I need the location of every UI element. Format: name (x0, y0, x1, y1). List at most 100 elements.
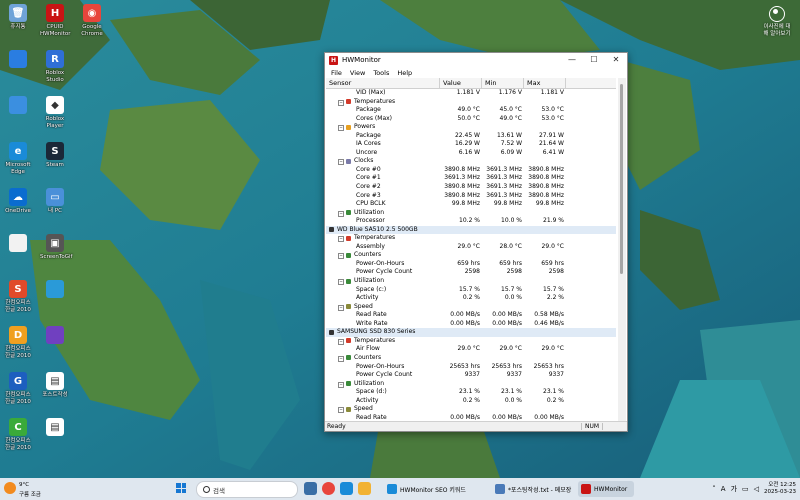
sensor-row[interactable]: Assembly 29.0 °C 28.0 °C 29.0 °C (326, 243, 616, 252)
desktop-icon[interactable]: ◉ Google Chrome (77, 4, 107, 37)
clock[interactable]: 오전 12:25 2025-03-23 (764, 482, 796, 496)
sensor-row[interactable]: Read Rate 0.00 MB/s 0.00 MB/s 0.58 MB/s (326, 311, 616, 320)
weather-widget[interactable]: 9°C 구름 조금 (4, 480, 48, 498)
expand-toggle-icon[interactable]: − (338, 381, 344, 388)
expand-toggle-icon[interactable]: − (338, 338, 344, 345)
sensor-row[interactable]: VID (Max) 1.181 V 1.176 V 1.181 V (326, 89, 616, 98)
sensor-row[interactable]: Air Flow 29.0 °C 29.0 °C 29.0 °C (326, 345, 616, 354)
menu-file[interactable]: File (327, 69, 346, 77)
menu-tools[interactable]: Tools (369, 69, 393, 77)
volume-icon[interactable]: ◁ (754, 485, 759, 493)
group-row[interactable]: − Utilization (326, 209, 616, 218)
column-sensor[interactable]: Sensor (326, 78, 440, 88)
file-explorer-icon[interactable] (358, 482, 371, 495)
network-icon[interactable]: ▭ (742, 485, 749, 493)
group-row[interactable]: − Counters (326, 354, 616, 363)
sensor-tree[interactable]: Sensor Value Min Max VID (Max) 1.181 V 1.1… (326, 78, 616, 422)
task-notepad[interactable]: *포스팅작성.txt - 메모장 (492, 481, 572, 497)
group-row[interactable]: − Counters (326, 251, 616, 260)
group-row[interactable]: − Temperatures (326, 98, 616, 107)
sensor-row[interactable]: Power-On-Hours 659 hrs 659 hrs 659 hrs (326, 260, 616, 269)
desktop-icon[interactable]: S Steam (40, 142, 70, 169)
sensor-row[interactable]: Activity 0.2 % 0.0 % 2.2 % (326, 294, 616, 303)
start-button[interactable] (176, 483, 186, 493)
group-row[interactable]: − Speed (326, 405, 616, 414)
sensor-row[interactable]: Activity 0.2 % 0.0 % 0.2 % (326, 397, 616, 406)
title-bar[interactable]: H HWMonitor — ☐ ✕ (325, 53, 627, 67)
task-view-icon[interactable] (304, 482, 317, 495)
group-row[interactable]: − Temperatures (326, 234, 616, 243)
desktop-icon[interactable]: D 한컴오피스 한글 2010 (3, 326, 33, 359)
taskbar-search[interactable]: 검색 (196, 481, 298, 498)
desktop-icon[interactable] (40, 280, 70, 300)
desktop-icon[interactable]: R Roblox Studio (40, 50, 70, 83)
sensor-row[interactable]: Package 49.0 °C 45.0 °C 53.0 °C (326, 106, 616, 115)
desktop-icon[interactable]: S 한컴오피스 한글 2010 (3, 280, 33, 313)
sensor-row[interactable]: Space (d:) 23.1 % 23.1 % 23.1 % (326, 388, 616, 397)
desktop-icon[interactable]: 🗑 휴지통 (3, 4, 33, 31)
desktop-icon[interactable] (3, 96, 33, 116)
expand-toggle-icon[interactable]: − (338, 407, 344, 414)
column-min[interactable]: Min (482, 78, 524, 88)
sensor-row[interactable]: Package 22.45 W 13.61 W 27.91 W (326, 132, 616, 141)
sensor-row[interactable]: Core #2 3890.8 MHz 3691.3 MHz 3890.8 MHz (326, 183, 616, 192)
close-button[interactable]: ✕ (605, 53, 627, 67)
desktop-icon[interactable]: ▣ ScreenToGif (40, 234, 72, 261)
sensor-row[interactable]: Power Cycle Count 2598 2598 2598 (326, 268, 616, 277)
desktop-icon[interactable]: G 한컴오피스 한글 2010 (3, 372, 33, 405)
maximize-button[interactable]: ☐ (583, 53, 605, 67)
menu-view[interactable]: View (346, 69, 369, 77)
desktop-icon[interactable]: H CPUID HWMonitor (40, 4, 70, 37)
sensor-row[interactable]: Uncore 6.16 W 6.09 W 6.41 W (326, 149, 616, 158)
group-row[interactable]: − Powers (326, 123, 616, 132)
sensor-row[interactable]: Processor 10.2 % 10.0 % 21.9 % (326, 217, 616, 226)
sensor-row[interactable]: CPU BCLK 99.8 MHz 99.8 MHz 99.8 MHz (326, 200, 616, 209)
sensor-row[interactable]: Cores (Max) 50.0 °C 49.0 °C 53.0 °C (326, 115, 616, 124)
desktop-icon[interactable]: ☁ OneDrive (3, 188, 33, 215)
group-row[interactable]: − Utilization (326, 380, 616, 389)
desktop-icon[interactable]: ▭ 내 PC (40, 188, 70, 215)
desktop-icon[interactable]: ▤ (40, 418, 70, 438)
menu-help[interactable]: Help (393, 69, 416, 77)
expand-toggle-icon[interactable]: − (338, 304, 344, 311)
desktop-icon[interactable]: e Microsoft Edge (3, 142, 33, 175)
task-edge-hwmonitor[interactable]: HWMonitor SEO 키워드 (384, 481, 476, 497)
column-max[interactable]: Max (524, 78, 566, 88)
sensor-row[interactable]: Core #1 3691.3 MHz 3691.3 MHz 3890.8 MHz (326, 174, 616, 183)
ime-indicator[interactable]: A (721, 485, 726, 493)
expand-toggle-icon[interactable]: − (338, 159, 344, 166)
tray-overflow-icon[interactable]: ˄ (712, 485, 716, 493)
desktop-icon[interactable]: C 한컴오피스 한글 2010 (3, 418, 33, 451)
expand-toggle-icon[interactable]: − (338, 253, 344, 260)
language-indicator[interactable]: 가 (731, 484, 737, 494)
task-hwmonitor[interactable]: HWMonitor (578, 481, 634, 497)
group-row[interactable]: − Temperatures (326, 337, 616, 346)
learn-about-picture-icon[interactable]: 이사진에 대해 알아보기 (762, 6, 792, 37)
sensor-row[interactable]: Power-On-Hours 25653 hrs 25653 hrs 25653 hr… (326, 363, 616, 372)
expand-toggle-icon[interactable]: − (338, 99, 344, 106)
device-row[interactable]: SAMSUNG SSD 830 Series (326, 328, 616, 337)
expand-toggle-icon[interactable]: − (338, 355, 344, 362)
desktop-icon[interactable] (3, 50, 33, 70)
desktop-icon[interactable]: ◆ Roblox Player (40, 96, 70, 129)
column-value[interactable]: Value (440, 78, 482, 88)
group-row[interactable]: − Clocks (326, 157, 616, 166)
sensor-row[interactable]: Core #0 3890.8 MHz 3691.3 MHz 3890.8 MHz (326, 166, 616, 175)
sensor-row[interactable]: IA Cores 16.29 W 7.52 W 21.64 W (326, 140, 616, 149)
expand-toggle-icon[interactable]: − (338, 236, 344, 243)
edge-taskbar-icon[interactable] (340, 482, 353, 495)
chrome-taskbar-icon[interactable] (322, 482, 335, 495)
expand-toggle-icon[interactable]: − (338, 210, 344, 217)
group-row[interactable]: − Speed (326, 303, 616, 312)
desktop-icon[interactable] (40, 326, 70, 346)
sensor-row[interactable]: Core #3 3890.8 MHz 3691.3 MHz 3890.8 MHz (326, 192, 616, 201)
desktop-icon[interactable] (3, 234, 33, 254)
minimize-button[interactable]: — (561, 53, 583, 67)
expand-toggle-icon[interactable]: − (338, 279, 344, 286)
vertical-scrollbar[interactable] (618, 78, 626, 422)
device-row[interactable]: WD Blue SA510 2.5 500GB (326, 225, 616, 235)
expand-toggle-icon[interactable]: − (338, 125, 344, 132)
sensor-row[interactable]: Power Cycle Count 9337 9337 9337 (326, 371, 616, 380)
scrollbar-thumb[interactable] (620, 84, 623, 274)
sensor-row[interactable]: Write Rate 0.00 MB/s 0.00 MB/s 0.46 MB/s (326, 320, 616, 329)
